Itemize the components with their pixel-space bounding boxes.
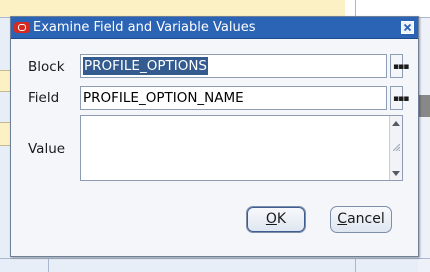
close-button[interactable] xyxy=(401,21,414,34)
block-input[interactable]: PROFILE_OPTIONS xyxy=(80,54,387,78)
oracle-app-icon xyxy=(14,22,30,33)
block-value: PROFILE_OPTIONS xyxy=(83,57,208,75)
ellipsis-icon: ▪▪▪ xyxy=(393,94,409,104)
dialog-title: Examine Field and Variable Values xyxy=(33,20,256,35)
value-scrollbar[interactable] xyxy=(389,116,402,180)
field-value: PROFILE_OPTION_NAME xyxy=(83,90,244,106)
bg-field-strip xyxy=(0,0,345,17)
resize-grip-icon xyxy=(393,144,400,151)
value-label: Value xyxy=(28,141,66,157)
block-label: Block xyxy=(28,59,65,75)
ok-label-rest: K xyxy=(276,211,287,227)
bg-scroll-thumb xyxy=(418,95,430,117)
bg-white-strip xyxy=(345,0,430,17)
field-lov-button[interactable]: ▪▪▪ xyxy=(390,86,409,110)
value-textarea[interactable] xyxy=(80,115,403,181)
cancel-button[interactable]: Cancel xyxy=(330,206,392,233)
field-input[interactable]: PROFILE_OPTION_NAME xyxy=(80,86,387,110)
dialog-titlebar[interactable]: Examine Field and Variable Values xyxy=(11,17,418,39)
bg-divider xyxy=(355,0,356,17)
scroll-down-icon[interactable] xyxy=(392,171,400,176)
ok-mnemonic: O xyxy=(265,211,277,227)
bg-separator xyxy=(0,258,430,259)
ellipsis-icon: ▪▪▪ xyxy=(393,62,409,72)
close-icon xyxy=(403,23,412,32)
bg-right-column xyxy=(418,18,430,272)
examine-dialog: Examine Field and Variable Values Block … xyxy=(10,16,419,257)
cancel-label-rest: ancel xyxy=(347,211,385,227)
block-lov-button[interactable]: ▪▪▪ xyxy=(390,54,409,78)
bg-divider xyxy=(48,258,49,272)
field-label: Field xyxy=(28,90,60,106)
scroll-up-icon[interactable] xyxy=(392,121,400,126)
bg-divider xyxy=(355,258,356,272)
cancel-mnemonic: C xyxy=(337,211,348,227)
ok-button[interactable]: OK xyxy=(246,206,306,233)
